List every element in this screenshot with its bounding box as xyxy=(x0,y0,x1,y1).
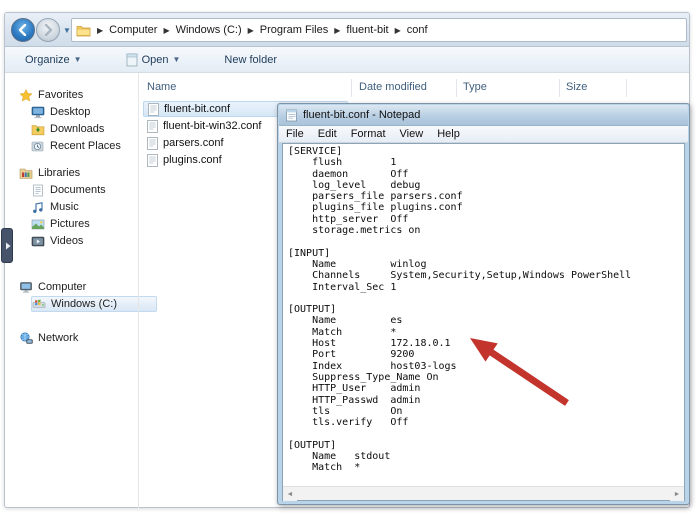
music-note-icon xyxy=(31,201,45,214)
column-separator[interactable] xyxy=(626,79,627,97)
organize-button[interactable]: Organize ▼ xyxy=(17,47,90,72)
sidebar-item-network[interactable]: Network xyxy=(19,330,145,346)
address-breadcrumb-field[interactable]: ▶ Computer ▶ Windows (C:) ▶ Program File… xyxy=(71,18,687,42)
sidebar-item-label: Windows (C:) xyxy=(51,298,117,310)
column-name[interactable]: Name xyxy=(147,81,176,93)
pane-separator xyxy=(138,73,139,508)
conf-file-icon xyxy=(148,103,159,116)
sidebar-item-label: Favorites xyxy=(38,89,83,101)
menu-help[interactable]: Help xyxy=(430,128,467,140)
navigation-pane: Favorites Desktop Downloads Recent Place… xyxy=(5,73,138,508)
notepad-text-content[interactable]: [SERVICE] flush 1 daemon Off log_level d… xyxy=(283,144,684,487)
sidebar-item-label: Documents xyxy=(50,184,106,196)
sidebar-item-label: Videos xyxy=(50,235,83,247)
scroll-left-icon[interactable]: ◄ xyxy=(283,487,297,501)
file-name: fluent-bit.conf xyxy=(164,103,230,115)
command-toolbar: Organize ▼ Open ▼ New folder xyxy=(5,47,689,73)
sidebar-item-label: Libraries xyxy=(38,167,80,179)
notepad-title-text: fluent-bit.conf - Notepad xyxy=(303,109,420,121)
sidebar-item-label: Music xyxy=(50,201,79,213)
sidebar-item-computer[interactable]: Computer xyxy=(19,279,145,295)
sidebar-item-label: Network xyxy=(38,332,78,344)
organize-label: Organize xyxy=(25,54,70,66)
sidebar-item-label: Desktop xyxy=(50,106,90,118)
back-arrow-icon xyxy=(17,24,29,36)
folder-icon xyxy=(76,24,91,37)
menu-format[interactable]: Format xyxy=(344,128,393,140)
pictures-icon xyxy=(31,218,45,231)
back-button[interactable] xyxy=(11,18,35,42)
conf-file-icon xyxy=(147,137,158,150)
column-separator[interactable] xyxy=(456,79,457,97)
chevron-down-icon: ▼ xyxy=(74,55,82,64)
notepad-window: fluent-bit.conf - Notepad File Edit Form… xyxy=(277,103,690,505)
network-globe-icon xyxy=(19,332,33,345)
notepad-edit-area[interactable]: [SERVICE] flush 1 daemon Off log_level d… xyxy=(282,143,685,501)
new-folder-label: New folder xyxy=(224,54,277,66)
file-name: plugins.conf xyxy=(163,154,222,166)
breadcrumb-separator-icon: ▶ xyxy=(157,26,175,35)
new-folder-button[interactable]: New folder xyxy=(216,47,285,72)
conf-file-icon xyxy=(147,120,158,133)
notepad-icon xyxy=(285,109,298,122)
column-separator[interactable] xyxy=(559,79,560,97)
menu-view[interactable]: View xyxy=(393,128,431,140)
drive-icon xyxy=(32,298,46,311)
address-bar: ▼ ▶ Computer ▶ Windows (C:) ▶ Program Fi… xyxy=(5,13,689,47)
horizontal-scrollbar[interactable]: ◄ ► xyxy=(283,486,684,500)
column-date-modified[interactable]: Date modified xyxy=(359,81,427,93)
menu-edit[interactable]: Edit xyxy=(311,128,344,140)
column-type[interactable]: Type xyxy=(463,81,487,93)
column-separator[interactable] xyxy=(351,79,352,97)
recent-pages-dropdown-icon[interactable]: ▼ xyxy=(63,26,71,35)
breadcrumb-separator-icon: ▶ xyxy=(242,26,260,35)
file-list-header: Name Date modified Type Size xyxy=(139,77,690,99)
chevron-down-icon: ▼ xyxy=(172,55,180,64)
videos-icon xyxy=(31,235,45,248)
breadcrumb-program-files[interactable]: Program Files xyxy=(260,24,328,36)
documents-icon xyxy=(31,184,45,197)
recent-places-icon xyxy=(31,140,45,153)
libraries-icon xyxy=(19,167,33,180)
notepad-title-bar[interactable]: fluent-bit.conf - Notepad xyxy=(279,105,688,126)
breadcrumb-conf[interactable]: conf xyxy=(407,24,428,36)
sidebar-item-favorites[interactable]: Favorites xyxy=(19,87,145,103)
forward-arrow-icon xyxy=(42,24,54,36)
breadcrumb-fluent-bit[interactable]: fluent-bit xyxy=(346,24,388,36)
play-icon xyxy=(5,242,11,250)
computer-icon xyxy=(19,281,33,294)
column-size[interactable]: Size xyxy=(566,81,587,93)
breadcrumb-separator-icon: ▶ xyxy=(91,26,109,35)
sidebar-item-libraries[interactable]: Libraries xyxy=(19,165,145,181)
downloads-folder-icon xyxy=(31,123,45,136)
menu-file[interactable]: File xyxy=(279,128,311,140)
scroll-right-icon[interactable]: ► xyxy=(670,487,684,501)
breadcrumb-separator-icon: ▶ xyxy=(328,26,346,35)
star-icon xyxy=(19,89,33,102)
breadcrumb-windows-c[interactable]: Windows (C:) xyxy=(176,24,242,36)
breadcrumb-separator-icon: ▶ xyxy=(389,26,407,35)
forward-button-disabled[interactable] xyxy=(36,18,60,42)
file-name: parsers.conf xyxy=(163,137,224,149)
desktop-icon xyxy=(31,106,45,119)
notepad-menu-bar: File Edit Format View Help xyxy=(279,126,688,143)
breadcrumb-computer[interactable]: Computer xyxy=(109,24,157,36)
edge-capture-tab[interactable] xyxy=(1,228,13,263)
conf-file-icon xyxy=(147,154,158,167)
sidebar-item-label: Downloads xyxy=(50,123,104,135)
file-name: fluent-bit-win32.conf xyxy=(163,120,261,132)
open-label: Open xyxy=(142,54,169,66)
document-icon xyxy=(126,53,138,67)
sidebar-item-label: Computer xyxy=(38,281,86,293)
open-button[interactable]: Open ▼ xyxy=(118,47,189,72)
sidebar-item-label: Recent Places xyxy=(50,140,121,152)
sidebar-item-label: Pictures xyxy=(50,218,90,230)
